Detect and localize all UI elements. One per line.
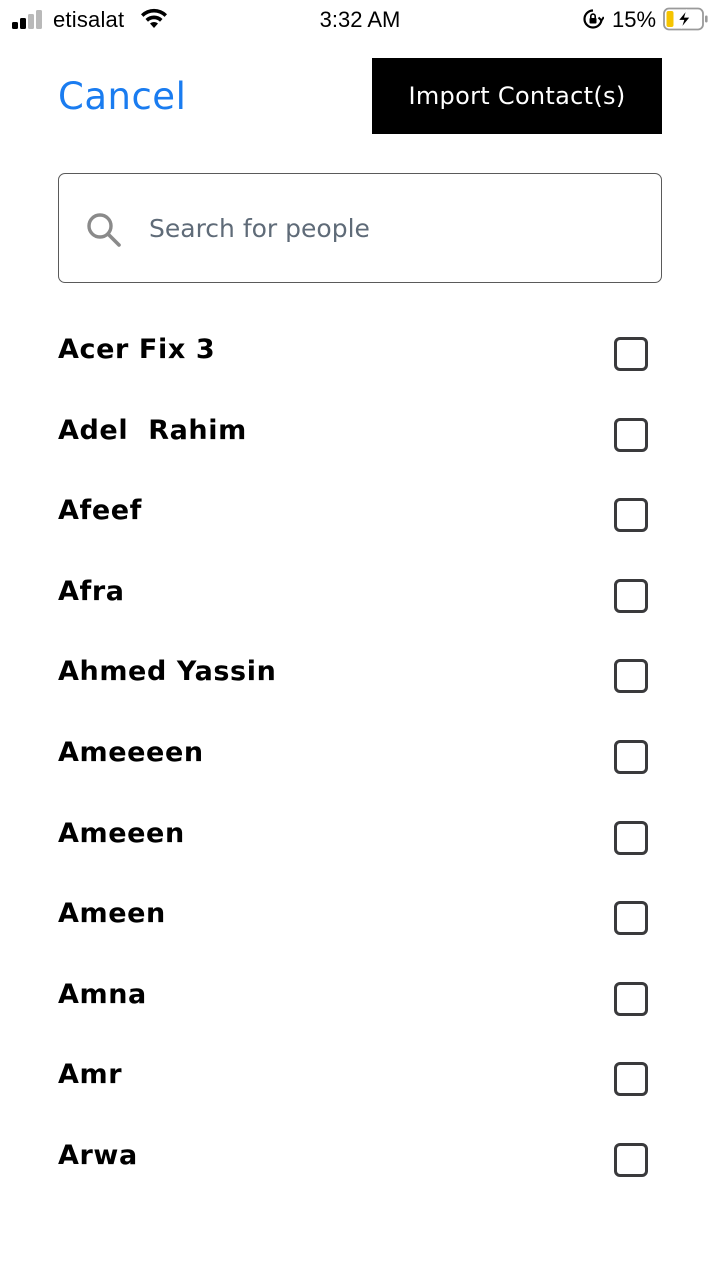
contact-row[interactable]: Ameeen	[0, 798, 720, 879]
search-icon	[87, 213, 121, 247]
contact-checkbox[interactable]	[614, 498, 648, 533]
contact-checkbox[interactable]	[614, 901, 648, 936]
contact-checkbox[interactable]	[614, 578, 648, 613]
contact-name: Ameeen	[58, 817, 185, 849]
contact-name: Acer Fix 3	[58, 334, 216, 365]
contact-name: Afeef	[58, 495, 143, 527]
contact-row[interactable]: Amna	[0, 959, 720, 1040]
contact-row[interactable]: Afeef	[0, 475, 720, 556]
contact-checkbox[interactable]	[614, 981, 648, 1016]
status-bar: etisalat 3:32 AM 15%	[0, 0, 720, 40]
contact-name: Ameeeen	[58, 736, 204, 768]
rotation-lock-icon	[583, 9, 604, 29]
contact-name: Amna	[58, 978, 147, 1010]
contact-list: Acer Fix 3 Adel Rahim Afeef Afra Ahmed Y…	[0, 314, 720, 1201]
contact-name: Amr	[58, 1059, 123, 1091]
contact-row[interactable]: Ahmed Yassin	[0, 636, 720, 717]
contact-row[interactable]: Amr	[0, 1039, 720, 1120]
contact-row[interactable]: Adel Rahim	[0, 395, 720, 476]
contact-row[interactable]: Afra	[0, 556, 720, 637]
battery-charging-icon	[663, 7, 708, 31]
search-input[interactable]	[149, 200, 639, 256]
contact-name: Afra	[58, 575, 125, 607]
battery-percent: 15%	[612, 7, 657, 32]
contact-name: Arwa	[58, 1139, 138, 1171]
contact-row[interactable]: Ameen	[0, 878, 720, 959]
contact-name: Ameen	[58, 898, 166, 930]
contact-name: Adel Rahim	[58, 414, 247, 446]
contact-row[interactable]: Ameeeen	[0, 717, 720, 798]
contact-checkbox[interactable]	[614, 659, 648, 694]
search-box[interactable]	[58, 173, 662, 283]
contact-checkbox[interactable]	[614, 739, 648, 774]
cancel-button[interactable]: Cancel	[58, 74, 186, 120]
contact-name: Ahmed Yassin	[58, 656, 277, 688]
import-contacts-button[interactable]: Import Contact(s)	[372, 58, 662, 134]
contact-checkbox[interactable]	[614, 820, 648, 855]
contact-checkbox[interactable]	[614, 1142, 648, 1177]
contact-checkbox[interactable]	[614, 417, 648, 452]
contact-checkbox[interactable]	[614, 337, 648, 371]
contact-checkbox[interactable]	[614, 1062, 648, 1097]
contact-row[interactable]: Arwa	[0, 1120, 720, 1201]
contact-row[interactable]: Acer Fix 3	[0, 314, 720, 395]
